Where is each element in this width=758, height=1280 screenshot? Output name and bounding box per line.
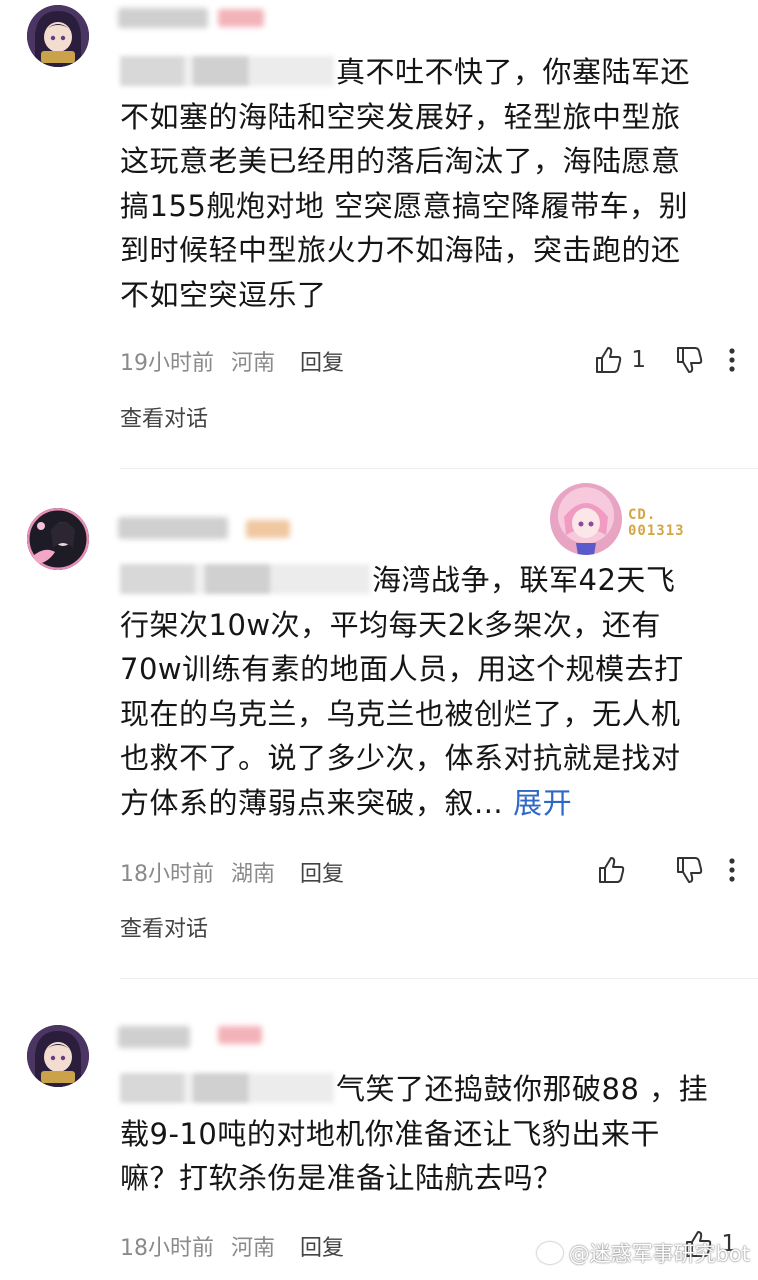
comment-meta: 18小时前 河南 回复 <box>120 1230 344 1262</box>
comment-line: 嘛？打软杀伤是准备让陆航去吗？ <box>120 1161 563 1195</box>
avatar[interactable] <box>27 1025 89 1087</box>
comment-line: 气笑了还捣鼓你那破88 ，挂 <box>336 1072 709 1106</box>
location: 河南 <box>231 1236 276 1261</box>
comment-3: 气笑了还捣鼓你那破88 ，挂 载9-10吨的对地机你准备还让飞豹出来干 嘛？打软… <box>0 0 758 1280</box>
weibo-icon <box>536 1242 563 1264</box>
timestamp: 18小时前 <box>120 1236 214 1261</box>
watermark: @迷惑军事研究bot <box>536 1238 750 1268</box>
reply-button[interactable]: 回复 <box>300 1236 344 1261</box>
level-badge-redacted <box>218 1026 262 1044</box>
username-redacted[interactable] <box>118 1026 190 1048</box>
comment-line: 载9-10吨的对地机你准备还让飞豹出来干 <box>120 1116 660 1151</box>
comment-body: 气笑了还捣鼓你那破88 ，挂 载9-10吨的对地机你准备还让飞豹出来干 嘛？打软… <box>120 1067 730 1201</box>
reply-target-redacted[interactable] <box>120 1073 334 1103</box>
watermark-text: @迷惑军事研究bot <box>568 1242 750 1266</box>
